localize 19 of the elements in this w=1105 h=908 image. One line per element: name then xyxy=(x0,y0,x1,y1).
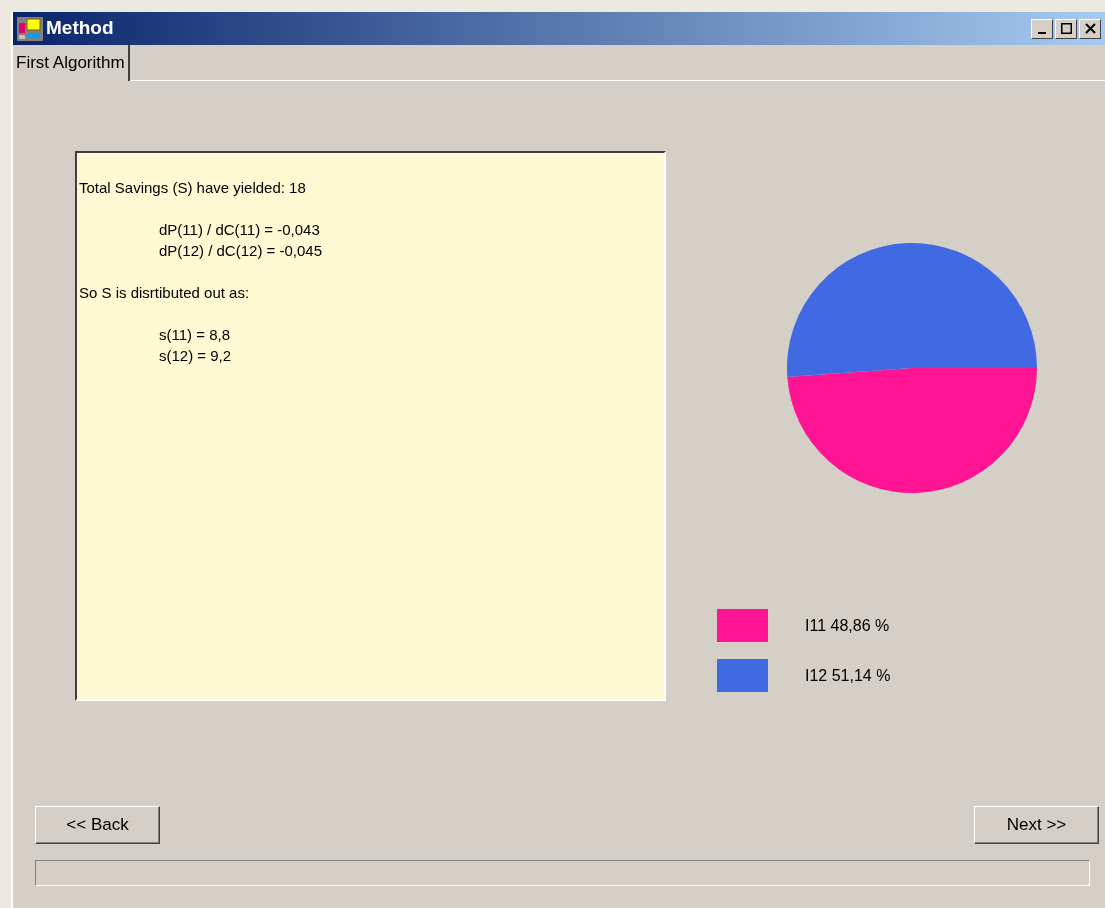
report-line: So S is disrtibuted out as: xyxy=(79,283,250,303)
nav-button[interactable]: Next >> xyxy=(974,806,1099,844)
minimize-button[interactable] xyxy=(1031,18,1053,39)
close-button[interactable] xyxy=(1079,18,1101,39)
report-line: dP(11) / dC(11) = -0,043 xyxy=(159,220,320,240)
nav-button[interactable]: << Back xyxy=(35,806,160,844)
report-line: s(12) = 9,2 xyxy=(159,346,232,366)
report-line: s(11) = 8,8 xyxy=(159,325,230,345)
window-title: Method xyxy=(46,16,114,41)
close-icon xyxy=(1084,23,1096,34)
tab[interactable]: First Algorithm xyxy=(13,45,130,81)
maximize-button[interactable] xyxy=(1055,18,1077,39)
report-line: Total Savings (S) have yielded: 18 xyxy=(79,178,306,198)
minimize-icon xyxy=(1038,31,1046,34)
legend-label: I11 48,86 % xyxy=(805,615,890,636)
legend-label: I12 51,14 % xyxy=(805,665,891,686)
maximize-icon xyxy=(1060,23,1072,34)
report-line: dP(12) / dC(12) = -0,045 xyxy=(159,241,322,261)
app-icon xyxy=(17,16,43,41)
